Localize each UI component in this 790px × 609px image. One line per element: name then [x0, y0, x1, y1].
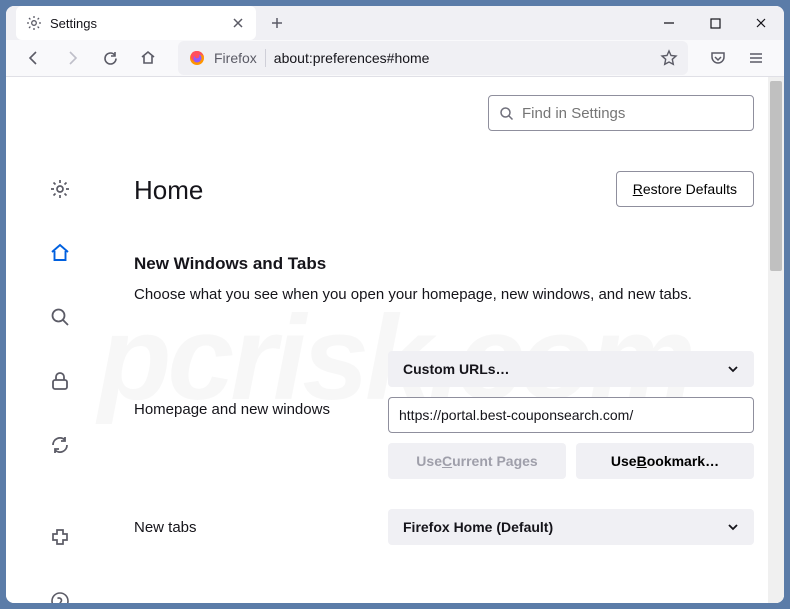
sidebar — [6, 77, 114, 603]
tab-settings[interactable]: Settings — [16, 6, 256, 40]
nav-toolbar: Firefox about:preferences#home — [6, 40, 784, 77]
chevron-down-icon — [727, 363, 739, 375]
urlbar-text: about:preferences#home — [274, 50, 652, 66]
sidebar-sync[interactable] — [42, 427, 78, 463]
homepage-dropdown[interactable]: Custom URLs… — [388, 351, 754, 387]
minimize-button[interactable] — [646, 6, 692, 40]
find-input[interactable] — [522, 105, 743, 122]
maximize-button[interactable] — [692, 6, 738, 40]
close-button[interactable] — [738, 6, 784, 40]
section-description: Choose what you see when you open your h… — [134, 284, 754, 305]
restore-defaults-button[interactable]: Restore Defaults — [616, 171, 754, 207]
scroll-thumb[interactable] — [770, 81, 782, 271]
sidebar-general[interactable] — [42, 171, 78, 207]
sidebar-extensions[interactable] — [42, 519, 78, 555]
menu-button[interactable] — [738, 40, 774, 76]
newtabs-label: New tabs — [134, 519, 388, 536]
urlbar-separator — [265, 49, 266, 67]
close-icon[interactable] — [230, 15, 246, 31]
titlebar: Settings — [6, 6, 784, 40]
window-controls — [646, 6, 784, 40]
newtabs-row: New tabs Firefox Home (Default) — [134, 509, 754, 545]
reload-button[interactable] — [92, 40, 128, 76]
urlbar-prefix: Firefox — [214, 50, 257, 66]
homepage-label: Homepage and new windows — [134, 351, 388, 418]
url-bar[interactable]: Firefox about:preferences#home — [178, 41, 688, 75]
dropdown-value: Custom URLs… — [403, 361, 510, 377]
use-bookmark-button[interactable]: Use Bookmark… — [576, 443, 754, 479]
browser-window: Settings Firefox about:preferences#home — [6, 6, 784, 603]
sidebar-search[interactable] — [42, 299, 78, 335]
scrollbar[interactable] — [768, 77, 784, 603]
sidebar-help[interactable] — [42, 583, 78, 603]
forward-button[interactable] — [54, 40, 90, 76]
home-button[interactable] — [130, 40, 166, 76]
search-icon — [499, 106, 514, 121]
new-tab-button[interactable] — [262, 8, 292, 38]
pocket-button[interactable] — [700, 40, 736, 76]
gear-icon — [26, 15, 42, 31]
find-in-settings[interactable] — [488, 95, 754, 131]
newtabs-dropdown[interactable]: Firefox Home (Default) — [388, 509, 754, 545]
section-heading: New Windows and Tabs — [134, 254, 754, 274]
bookmark-star-icon[interactable] — [660, 49, 678, 67]
chevron-down-icon — [727, 521, 739, 533]
use-current-pages-button[interactable]: Use Current Pages — [388, 443, 566, 479]
firefox-icon — [188, 49, 206, 67]
homepage-url-input[interactable] — [388, 397, 754, 433]
homepage-row: Homepage and new windows Custom URLs… Us… — [134, 351, 754, 479]
sidebar-privacy[interactable] — [42, 363, 78, 399]
content: pcrisk.com Home Restore Defaults New Win… — [6, 77, 784, 603]
back-button[interactable] — [16, 40, 52, 76]
tab-title: Settings — [50, 16, 222, 31]
sidebar-home[interactable] — [42, 235, 78, 271]
main-panel: Home Restore Defaults New Windows and Ta… — [114, 77, 784, 603]
dropdown-value: Firefox Home (Default) — [403, 519, 553, 535]
